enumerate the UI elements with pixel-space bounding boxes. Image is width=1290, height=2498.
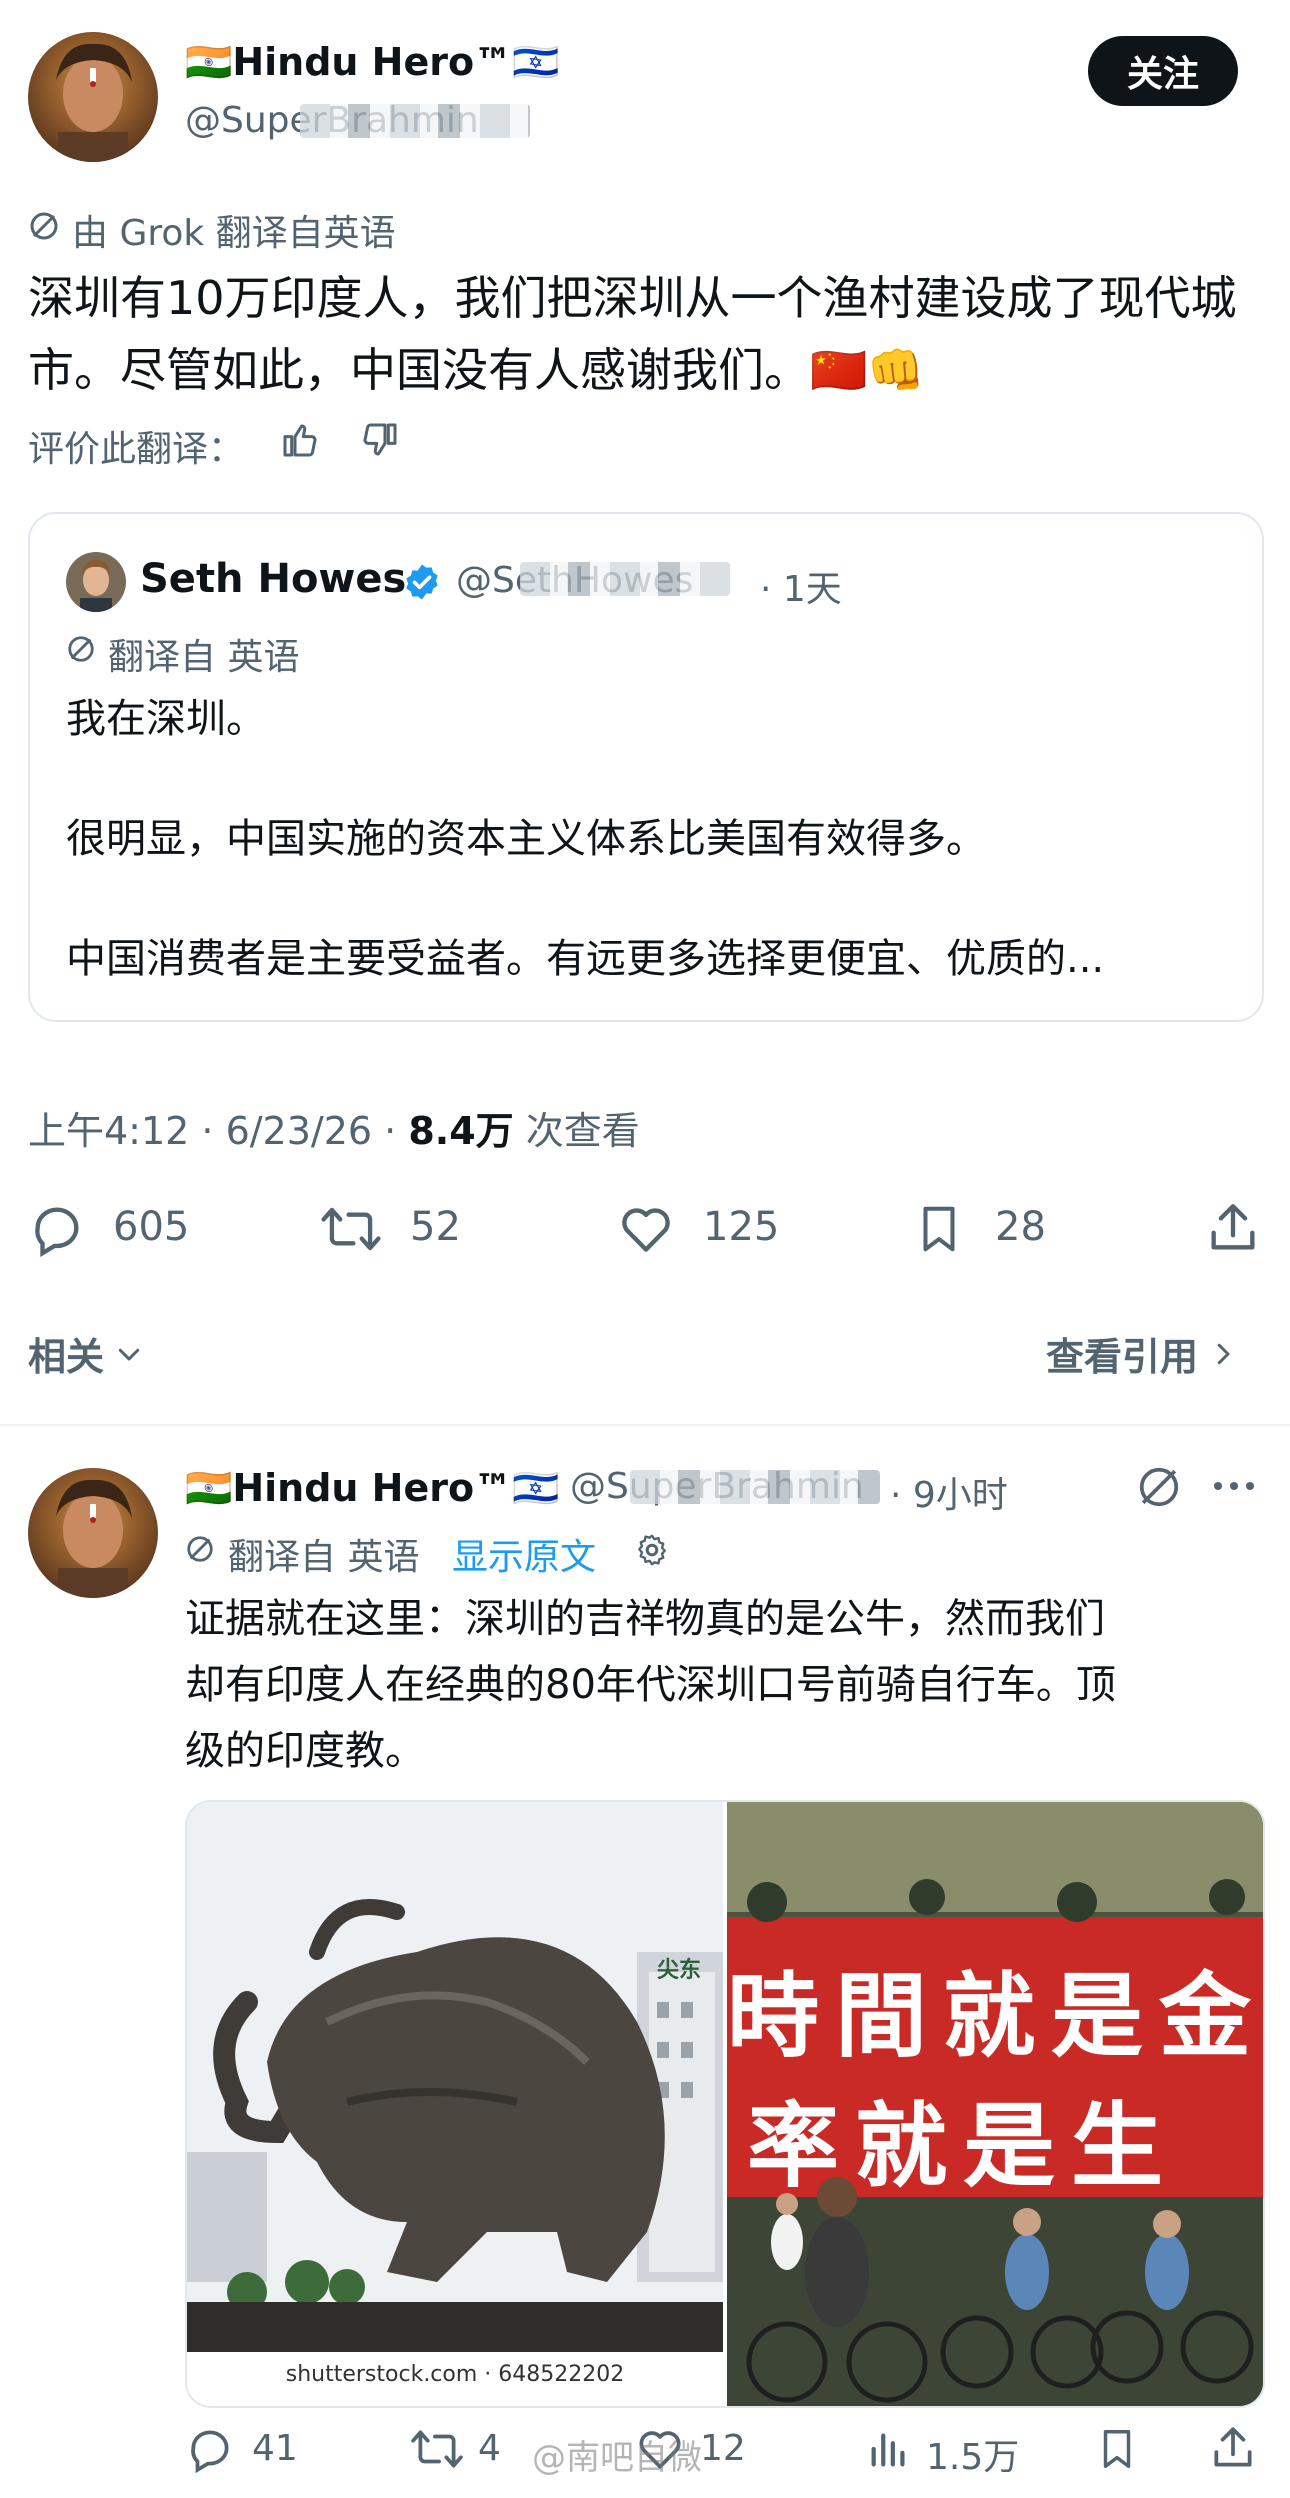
retweet-icon[interactable] xyxy=(410,2424,464,2474)
reply-retweet-count: 4 xyxy=(478,2428,501,2469)
reply-views-count: 1.5万 xyxy=(926,2437,1020,2478)
quoted-text-line1: 我在深圳。 xyxy=(66,696,266,742)
follow-button[interactable]: 关注 xyxy=(1088,36,1238,106)
rate-translation-label: 评价此翻译： xyxy=(28,429,245,470)
section-divider xyxy=(0,1424,1290,1426)
reply-text-line2: 却有印度人在经典的80年代深圳口号前骑自行车。顶 xyxy=(185,1662,1116,1708)
slogan-line2: 率就是生 xyxy=(747,2092,1180,2200)
quoted-translation-note: 翻译自 英语 xyxy=(108,637,300,678)
timestamp-text: 上午4:12 · 6/23/26 · xyxy=(28,1109,409,1153)
chevron-down-icon xyxy=(114,1339,144,1369)
like-count: 125 xyxy=(703,1204,780,1250)
more-icon[interactable] xyxy=(1210,1476,1258,1496)
reply-count: 605 xyxy=(113,1204,190,1250)
reply-media-grid[interactable]: 尖东 shutterstock.com · 648522202 時間就是金 率就… xyxy=(185,1800,1265,2408)
grok-icon[interactable] xyxy=(1136,1464,1182,1510)
reply-author-avatar[interactable] xyxy=(28,1468,158,1598)
image-caption: shutterstock.com · 648522202 xyxy=(285,2362,625,2387)
tweet-timestamp[interactable]: 上午4:12 · 6/23/26 · 8.4万 次查看 xyxy=(28,1100,640,1155)
reply-handle-redaction xyxy=(630,1470,880,1504)
bookmark-icon[interactable] xyxy=(1094,2424,1140,2474)
views-label: 次查看 xyxy=(513,1109,640,1153)
author-avatar[interactable] xyxy=(28,32,158,162)
building-sign: 尖东 xyxy=(657,1958,702,1983)
handle-redaction xyxy=(300,104,530,138)
translation-note: 由 Grok 翻译自英语 xyxy=(72,213,396,254)
reply-time[interactable]: · 9小时 xyxy=(890,1466,1008,1518)
views-chart-icon[interactable] xyxy=(866,2424,912,2474)
reply-text-line1: 证据就在这里：深圳的吉祥物真的是公牛，然而我们 xyxy=(185,1596,1105,1642)
settings-gear-icon[interactable] xyxy=(634,1532,670,1568)
share-icon[interactable] xyxy=(1204,1198,1262,1258)
retweet-icon[interactable] xyxy=(320,1200,382,1258)
reply-icon[interactable] xyxy=(28,1200,86,1258)
reply-translation-note: 翻译自 英语 xyxy=(228,1537,420,1578)
watermark: @南吧自微 xyxy=(532,2438,702,2478)
quoted-author-avatar[interactable] xyxy=(66,552,126,612)
translate-icon xyxy=(66,634,96,664)
quoted-time[interactable]: · 1天 xyxy=(760,560,842,612)
view-quotes-link[interactable]: 查看引用 xyxy=(1046,1326,1238,1381)
reply-display-name[interactable]: 🇮🇳Hindu Hero™🇮🇱 xyxy=(185,1466,559,1511)
thumbs-up-icon[interactable] xyxy=(280,420,320,460)
translate-icon xyxy=(28,210,60,242)
verified-badge-icon xyxy=(402,562,442,602)
translate-icon xyxy=(185,1534,215,1564)
reply-reply-count: 41 xyxy=(252,2428,298,2469)
quoted-text-line3: 中国消费者是主要受益者。有远更多选择更便宜、优质的... xyxy=(66,936,1105,982)
share-icon[interactable] xyxy=(1208,2422,1258,2474)
author-display-name[interactable]: 🇮🇳Hindu Hero™🇮🇱 xyxy=(185,40,559,85)
related-label: 相关 xyxy=(28,1335,105,1379)
related-toggle[interactable]: 相关 xyxy=(28,1326,144,1381)
reply-like-count: 12 xyxy=(700,2428,746,2469)
bookmark-icon[interactable] xyxy=(912,1200,966,1258)
show-original-link[interactable]: 显示原文 xyxy=(452,1528,596,1580)
tweet-text: 深圳有10万印度人，我们把深圳从一个渔村建设成了现代城市。尽管如此，中国没有人感… xyxy=(28,271,1237,397)
quoted-handle-redaction xyxy=(520,562,730,596)
thumbs-down-icon[interactable] xyxy=(360,420,400,460)
views-count: 8.4万 xyxy=(408,1109,514,1153)
bull-statue-image[interactable]: 尖东 shutterstock.com · 648522202 xyxy=(187,1802,723,2406)
quoted-display-name[interactable]: Seth Howes xyxy=(140,556,406,602)
retweet-count: 52 xyxy=(410,1204,461,1250)
slogan-billboard-image[interactable]: 時間就是金 率就是生 xyxy=(727,1802,1263,2406)
slogan-line1: 時間就是金 xyxy=(727,1962,1265,2070)
quoted-text-line2: 很明显，中国实施的资本主义体系比美国有效得多。 xyxy=(66,816,986,862)
reply-text-line3: 级的印度教。 xyxy=(185,1728,425,1774)
like-icon[interactable] xyxy=(616,1200,676,1258)
view-quotes-label: 查看引用 xyxy=(1046,1335,1199,1379)
bookmark-count: 28 xyxy=(995,1204,1046,1250)
chevron-right-icon xyxy=(1208,1339,1238,1369)
reply-icon[interactable] xyxy=(185,2424,235,2474)
